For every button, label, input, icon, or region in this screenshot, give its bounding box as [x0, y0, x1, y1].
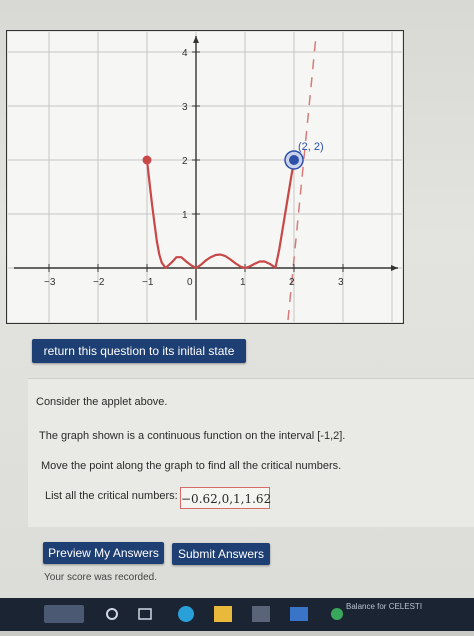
- x-tick-label: 0: [187, 277, 193, 288]
- x-tick-label: −2: [93, 277, 105, 288]
- app-icon: [331, 608, 343, 620]
- x-tick-label: 3: [338, 277, 344, 288]
- x-tick-label: −3: [44, 277, 56, 288]
- movable-point[interactable]: [289, 155, 299, 165]
- graph-frame: [6, 30, 404, 324]
- calendar-icon: [252, 606, 270, 622]
- search-icon: [44, 605, 84, 623]
- x-tick-label: 1: [240, 277, 246, 288]
- y-tick-label: 2: [182, 156, 188, 167]
- question-line-1: Consider the applet above.: [36, 396, 168, 408]
- reset-question-button[interactable]: return this question to its initial stat…: [32, 339, 246, 363]
- x-tick-label: −1: [142, 277, 154, 288]
- cortana-icon: [106, 608, 118, 620]
- y-tick-label: 1: [182, 210, 188, 221]
- submit-answers-button[interactable]: Submit Answers: [172, 543, 270, 565]
- edge-icon: [178, 606, 194, 622]
- mail-icon: [290, 607, 308, 621]
- point-coordinate-label: (2, 2): [298, 141, 324, 153]
- file-explorer-icon: [214, 606, 232, 622]
- critical-numbers-input[interactable]: −0.62,0,1,1.62: [180, 487, 271, 509]
- taskbar-balance-text: Balance for CELESTI: [346, 602, 423, 611]
- answer-label: List all the critical numbers:: [45, 490, 178, 502]
- graph-canvas[interactable]: −3 −2 −1 0 1 2 3 1 2 3 4 (2, 2): [6, 30, 404, 324]
- task-view-icon: [138, 608, 152, 620]
- score-status: Your score was recorded.: [44, 572, 158, 583]
- endpoint-marker: [142, 155, 152, 165]
- preview-answers-button[interactable]: Preview My Answers: [43, 542, 164, 564]
- graph-applet[interactable]: −3 −2 −1 0 1 2 3 1 2 3 4 (2, 2): [6, 30, 404, 324]
- question-line-3: Move the point along the graph to find a…: [41, 460, 342, 472]
- y-tick-label: 4: [182, 48, 188, 59]
- x-tick-label: 2: [289, 277, 295, 288]
- question-line-2: The graph shown is a continuous function…: [39, 430, 346, 442]
- y-tick-label: 3: [182, 102, 188, 113]
